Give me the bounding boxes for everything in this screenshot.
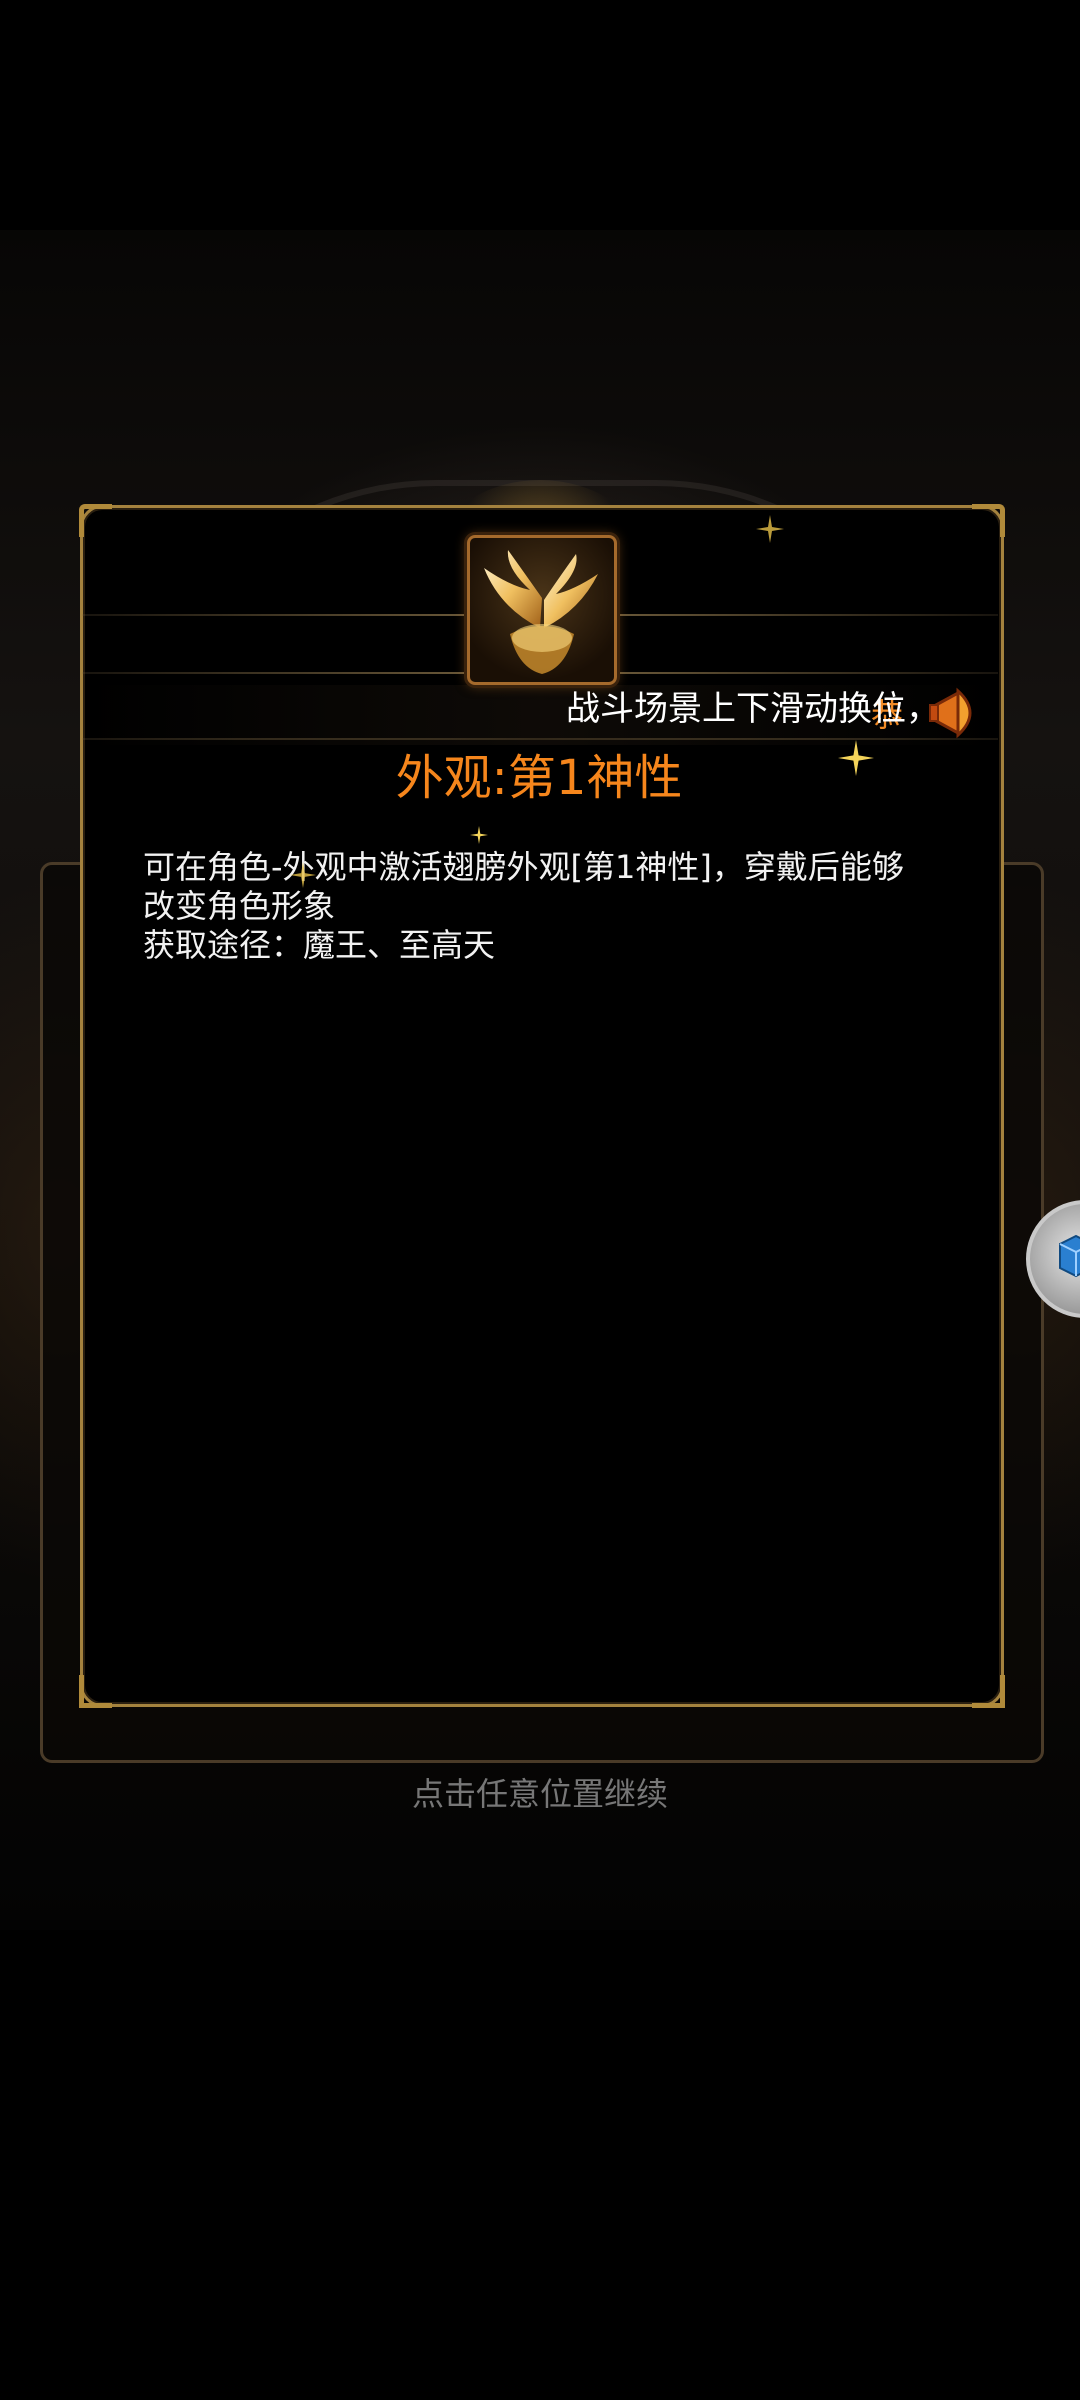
sparkle-icon [470, 826, 488, 844]
screen[interactable]: 恭 战斗场景上下滑动换位， 外观:第1神性 可在角色-外观中激活翅膀外观[第1神… [0, 0, 1080, 2400]
frame-corner [972, 504, 1005, 537]
frame-corner [79, 504, 112, 537]
sparkle-icon [756, 515, 784, 543]
item-icon-frame [467, 535, 617, 685]
description-line: 改变角色形象 [143, 887, 336, 925]
cube-icon [1059, 1234, 1080, 1278]
sparkle-icon [290, 862, 316, 888]
description-line: 可在角色-外观中激活翅膀外观[第1神性]，穿戴后能够 [143, 848, 904, 886]
item-description: 可在角色-外观中激活翅膀外观[第1神性]，穿戴后能够 改变角色形象 获取途径：魔… [143, 848, 943, 965]
sparkle-icon [838, 740, 874, 776]
tap-to-continue[interactable]: 点击任意位置继续 [0, 1770, 1080, 1818]
frame-corner [79, 1675, 112, 1708]
gameplay-hint: 战斗场景上下滑动换位， [566, 689, 940, 729]
acquisition-line: 获取途径：魔王、至高天 [143, 926, 496, 964]
frame-corner [972, 1675, 1005, 1708]
golden-wings-icon [484, 550, 598, 674]
